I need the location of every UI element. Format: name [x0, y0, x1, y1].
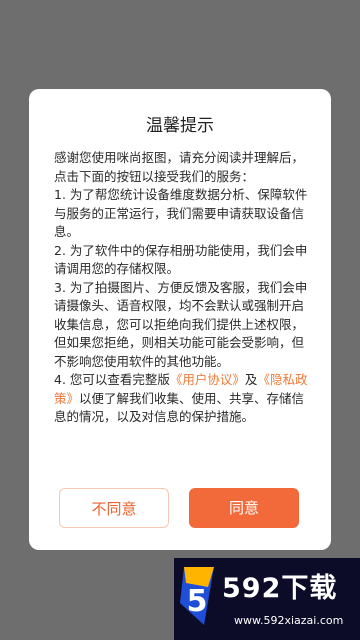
item-3-text: 3. 为了拍摄图片、方便反馈及客服，我们会申请摄像头、语音权限，均不会默认或强制… [54, 279, 308, 369]
watermark: 5 592下载 www.592xiazai.com [174, 558, 360, 640]
item-2-text: 2. 为了软件中的保存相册功能使用，我们会申请调用您的存储权限。 [54, 242, 308, 277]
agree-button[interactable]: 同意 [189, 488, 299, 528]
watermark-url: www.592xiazai.com [234, 614, 344, 627]
watermark-brand: 592下载 [222, 573, 338, 604]
dialog-title: 温馨提示 [146, 116, 214, 136]
privacy-dialog: 温馨提示 感谢您使用咪尚抠图，请充分阅读并理解后，点击下面的按钮以接受我们的服务… [29, 89, 331, 550]
reject-button[interactable]: 不同意 [59, 488, 169, 528]
intro-text: 感谢您使用咪尚抠图，请充分阅读并理解后，点击下面的按钮以接受我们的服务： [54, 150, 305, 184]
dialog-body[interactable]: 感谢您使用咪尚抠图，请充分阅读并理解后，点击下面的按钮以接受我们的服务： 1. … [54, 149, 309, 525]
user-agreement-link[interactable]: 《用户协议》 [170, 372, 245, 387]
item-4-suffix: 以便了解我们收集、使用、共享、存储信息的情况，以及对信息的保护措施。 [54, 390, 305, 425]
watermark-logo-icon: 5 [180, 567, 214, 625]
item-4-and: 及 [244, 372, 258, 387]
item-4-prefix: 4. 您可以查看完整版 [54, 372, 170, 387]
item-4-text: 4. 您可以查看完整版《用户协议》及《隐私政策》以便了解我们收集、使用、共享、存… [54, 371, 309, 427]
svg-text:5: 5 [187, 584, 208, 619]
item-1-text: 1. 为了帮您统计设备维度数据分析、保障软件与服务的正常运行，我们需要申请获取设… [54, 187, 308, 239]
